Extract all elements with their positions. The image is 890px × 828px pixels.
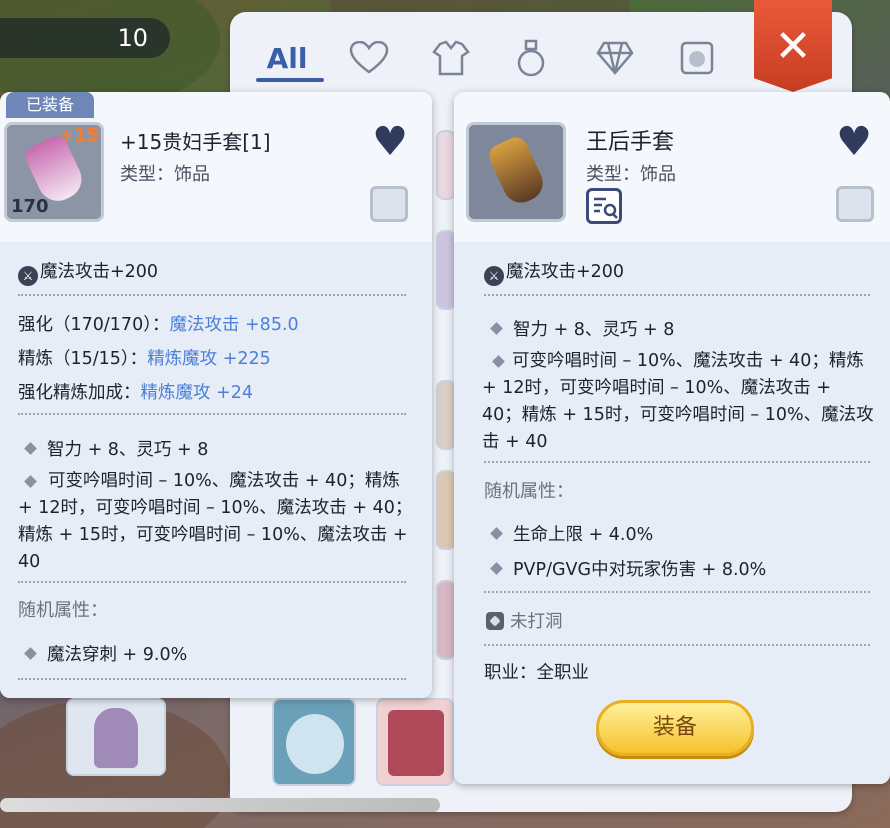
inspect-icon[interactable] (586, 188, 622, 224)
bullet-icon (24, 647, 37, 660)
storage-tray-icon[interactable] (836, 186, 874, 222)
refine-line: 精炼（15/15）：精炼魔攻 +225 (18, 349, 271, 369)
item-thumbnail (286, 714, 344, 774)
currency-counter: 10 (0, 18, 170, 58)
inventory-slot-unicorn[interactable] (66, 698, 166, 776)
base-attribute: ⚔ 魔法攻击+200 (18, 258, 158, 286)
item-type: 类型：饰品 (120, 164, 210, 185)
divider (18, 581, 406, 583)
random-attributes-heading: 随机属性： (484, 481, 574, 502)
effect-paragraph: 可变吟唱时间 – 10%、魔法攻击 + 40；精炼 + 12时，可变吟唱时间 –… (18, 471, 413, 572)
storage-tray-icon[interactable] (370, 186, 408, 222)
random-attribute: PVP/GVG中对玩家伤害 + 8.0% (484, 556, 766, 581)
potion-bottle-icon[interactable] (504, 34, 558, 82)
item-title: +15贵妇手套[1] (120, 130, 271, 154)
diamond-gem-icon[interactable] (588, 34, 642, 82)
refine-level-badge: +15 (58, 125, 99, 146)
divider (18, 294, 406, 296)
category-tabs: All (232, 22, 752, 88)
equipped-badge: 已装备 (6, 92, 94, 118)
socket-icon (486, 612, 504, 630)
glove-image (485, 133, 549, 209)
magic-sword-icon: ⚔ (18, 266, 38, 286)
card-pet-icon[interactable] (670, 34, 724, 82)
favorite-heart-icon[interactable]: ♥ (368, 122, 412, 162)
enhance-line: 强化（170/170）：魔法攻击 +85.0 (18, 315, 299, 335)
random-attribute: 生命上限 + 4.0% (484, 521, 653, 546)
bullet-icon (490, 527, 503, 540)
divider (18, 413, 406, 415)
item-icon-glove[interactable]: +15 170 (4, 122, 104, 222)
item-type: 类型：饰品 (586, 164, 676, 185)
armor-icon[interactable] (424, 34, 478, 82)
inventory-slot[interactable] (436, 380, 456, 450)
job-requirement: 职业：全职业 (484, 663, 589, 683)
equip-button[interactable]: 装备 (596, 700, 754, 756)
effect-line: 智力 + 8、灵巧 + 8 (484, 316, 674, 341)
magic-sword-icon: ⚔ (484, 266, 504, 286)
bullet-icon (490, 562, 503, 575)
active-tab-indicator (256, 78, 324, 82)
item-icon-glove[interactable] (466, 122, 566, 222)
inventory-slot[interactable] (436, 230, 456, 310)
divider (484, 461, 870, 463)
heart-outline-icon[interactable] (342, 34, 396, 82)
divider (484, 591, 870, 593)
inventory-slot[interactable] (436, 470, 456, 550)
divider (484, 644, 870, 646)
random-attributes-heading: 随机属性： (18, 600, 108, 621)
base-attribute: ⚔ 魔法攻击+200 (484, 258, 624, 286)
random-attribute: 魔法穿刺 + 9.0% (18, 641, 187, 666)
divider (484, 294, 870, 296)
close-button[interactable]: ✕ (754, 0, 832, 92)
scrollbar[interactable] (0, 798, 440, 812)
item-thumbnail (94, 708, 138, 768)
enhance-level-badge: 170 (11, 196, 49, 217)
item-title: 王后手套 (586, 130, 675, 155)
inventory-slot-pet[interactable] (272, 698, 356, 786)
favorite-heart-icon[interactable]: ♥ (832, 122, 876, 162)
inventory-slot-book[interactable] (376, 698, 454, 786)
effect-line: 智力 + 8、灵巧 + 8 (18, 436, 208, 461)
tab-all[interactable]: All (260, 34, 314, 82)
bonus-line: 强化精炼加成：精炼魔攻 +24 (18, 383, 253, 403)
item-thumbnail (388, 710, 444, 776)
socket-status: 未打洞 (486, 608, 563, 633)
bullet-icon (24, 442, 37, 455)
divider (18, 678, 406, 680)
bullet-icon (490, 322, 503, 335)
inventory-slot[interactable] (436, 130, 456, 200)
inventory-slot[interactable] (436, 580, 456, 660)
effect-paragraph: 可变吟唱时间 – 10%、魔法攻击 + 40；精炼 + 12时，可变吟唱时间 –… (482, 351, 874, 452)
